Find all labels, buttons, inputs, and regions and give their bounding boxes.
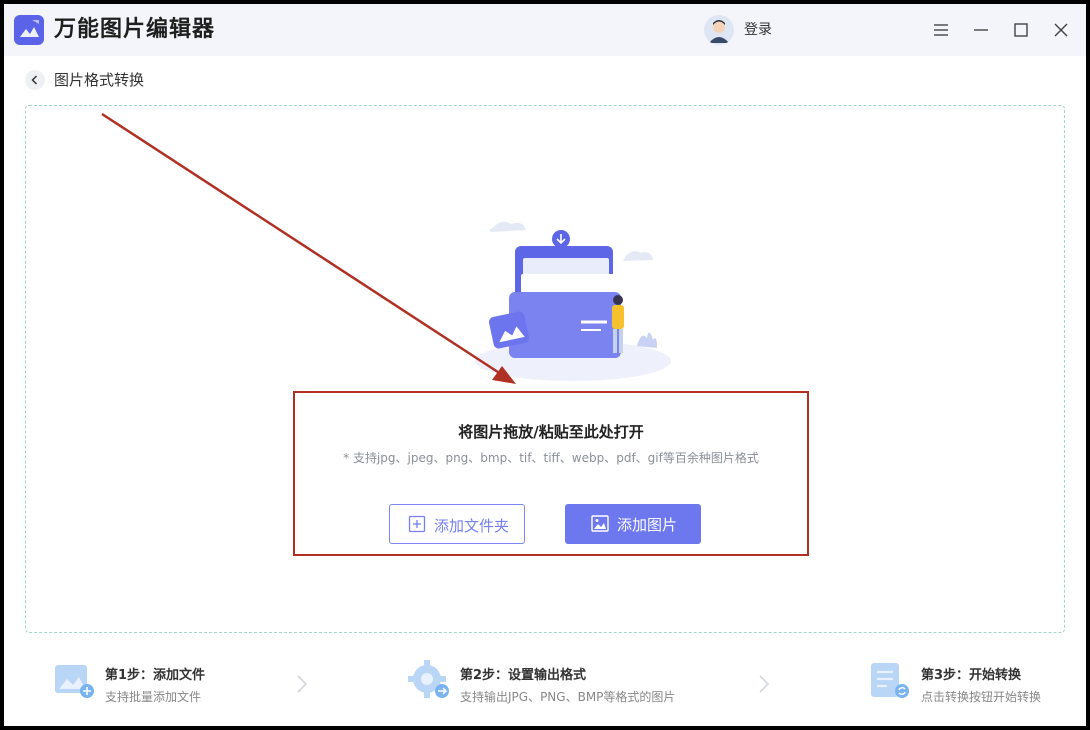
folder-illustration xyxy=(475,221,671,381)
add-image-button[interactable]: 添加图片 xyxy=(565,504,701,544)
drop-title: 将图片拖放/粘贴至此处打开 xyxy=(458,423,644,441)
drop-target-highlight: 将图片拖放/粘贴至此处打开 * 支持jpg、jpeg、png、bmp、tif、t… xyxy=(293,391,809,556)
add-folder-icon xyxy=(408,515,426,533)
add-folder-button[interactable]: 添加文件夹 xyxy=(389,504,525,544)
user-avatar-icon xyxy=(704,15,734,45)
image-icon xyxy=(591,515,609,532)
drop-zone[interactable]: 将图片拖放/粘贴至此处打开 * 支持jpg、jpeg、png、bmp、tif、t… xyxy=(25,105,1065,633)
title-bar: 万能图片编辑器 登录 xyxy=(4,4,1086,56)
add-folder-label: 添加文件夹 xyxy=(434,517,510,535)
step-1-title: 第1步：添加文件 xyxy=(105,668,206,683)
convert-step-icon xyxy=(871,663,909,698)
supported-formats-text: * 支持jpg、jpeg、png、bmp、tif、tiff、webp、pdf、g… xyxy=(343,451,759,465)
minimize-icon[interactable] xyxy=(969,18,993,42)
chevron-right-icon xyxy=(759,675,770,693)
step-3-desc: 点击转换按钮开始转换 xyxy=(921,690,1042,704)
avatar[interactable] xyxy=(704,15,734,45)
maximize-icon[interactable] xyxy=(1009,18,1033,42)
step-2-title: 第2步：设置输出格式 xyxy=(460,668,587,683)
app-logo-icon xyxy=(14,15,44,45)
step-1-desc: 支持批量添加文件 xyxy=(105,690,202,704)
login-link[interactable]: 登录 xyxy=(744,20,772,40)
back-button[interactable] xyxy=(25,70,45,90)
add-file-step-icon xyxy=(55,665,94,698)
app-title: 万能图片编辑器 xyxy=(54,17,216,42)
hamburger-menu-icon[interactable] xyxy=(929,18,953,42)
close-icon[interactable] xyxy=(1049,18,1073,42)
step-2-desc: 支持输出JPG、PNG、BMP等格式的图片 xyxy=(460,690,676,704)
chevron-right-icon xyxy=(297,675,308,693)
page-title: 图片格式转换 xyxy=(54,71,145,89)
settings-gear-step-icon xyxy=(408,660,449,698)
chevron-left-icon xyxy=(31,75,38,85)
app-window: 万能图片编辑器 登录 图片格式转换 将图片拖放/粘贴至此处打开 * 支持jpg、… xyxy=(4,4,1086,726)
add-image-label: 添加图片 xyxy=(617,516,678,534)
step-3-title: 第3步：开始转换 xyxy=(921,668,1022,683)
